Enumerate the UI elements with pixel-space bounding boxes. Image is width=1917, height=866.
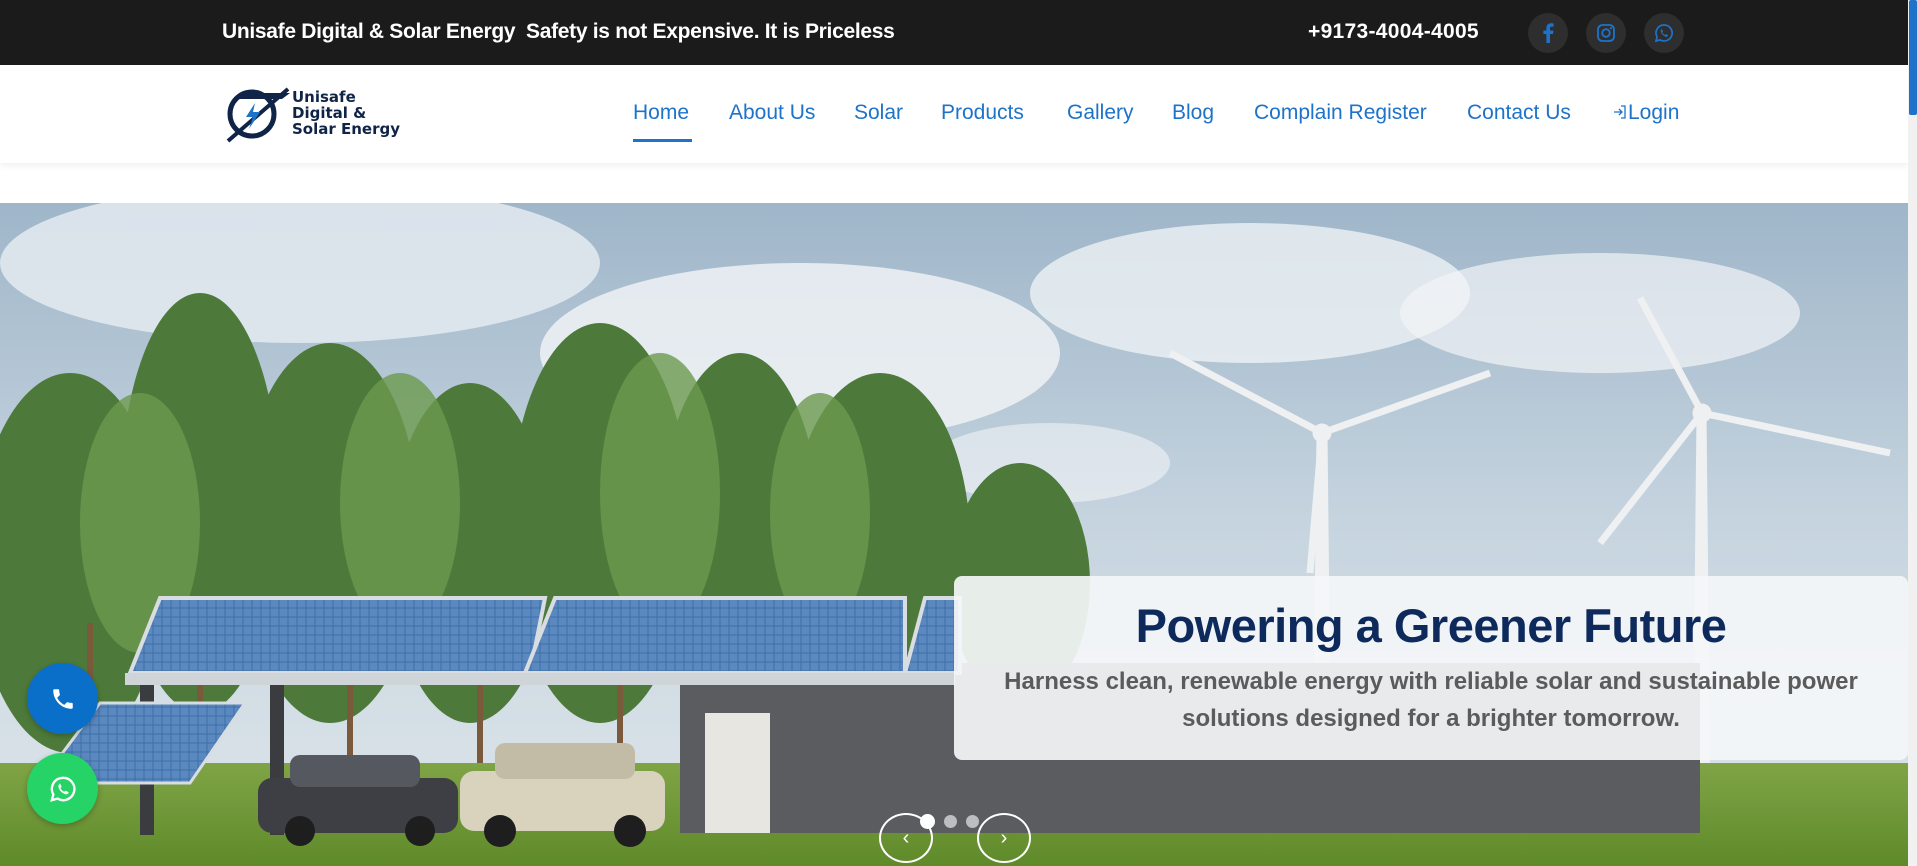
hero-caption: Powering a Greener Future Harness clean,… [954, 576, 1908, 760]
topbar-tagline: Safety is not Expensive. It is Priceless [526, 20, 895, 43]
logo-emblem-icon [226, 87, 290, 143]
phone-icon [52, 688, 73, 709]
hero-carousel: Powering a Greener Future Harness clean,… [0, 203, 1908, 866]
nav-login[interactable]: Login [1612, 101, 1679, 125]
top-bar: Unisafe Digital & Solar Energy Safety is… [0, 0, 1908, 65]
logo-line-1: Unisafe [292, 88, 356, 106]
hero-title: Powering a Greener Future [1135, 599, 1727, 652]
logo-line-3: Solar Energy [292, 120, 401, 138]
carousel-dot-1[interactable] [920, 814, 935, 829]
scrollbar-thumb[interactable] [1909, 0, 1917, 115]
whatsapp-icon[interactable] [1644, 13, 1684, 53]
page-scrollbar[interactable] [1908, 0, 1917, 866]
facebook-icon[interactable] [1528, 13, 1568, 53]
topbar-phone[interactable]: +9173-4004-4005 [1308, 20, 1479, 44]
floating-whatsapp-button[interactable] [27, 753, 98, 824]
chevron-right-icon: › [1000, 826, 1008, 849]
main-navbar: Unisafe Digital & Solar Energy Home Abou… [0, 65, 1908, 163]
login-icon [1614, 105, 1626, 119]
nav-gallery[interactable]: Gallery [1067, 101, 1134, 125]
nav-about-us[interactable]: About Us [729, 101, 815, 125]
hero-subtitle: Harness clean, renewable energy with rel… [1004, 668, 1858, 732]
chevron-left-icon: ‹ [902, 826, 910, 849]
nav-home[interactable]: Home [633, 101, 689, 125]
nav-complain-register[interactable]: Complain Register [1254, 101, 1427, 125]
carousel-next-button[interactable]: › [977, 813, 1031, 863]
whatsapp-icon [49, 776, 76, 802]
instagram-icon[interactable] [1586, 13, 1626, 53]
carousel-dot-3[interactable] [966, 815, 979, 828]
nav-login-label: Login [1628, 101, 1680, 124]
topbar-brand: Unisafe Digital & Solar Energy [222, 20, 516, 43]
logo-line-2: Digital & [292, 104, 367, 122]
floating-call-button[interactable] [27, 663, 98, 734]
active-nav-indicator [633, 139, 692, 142]
nav-products[interactable]: Products [941, 101, 1024, 125]
site-logo[interactable]: Unisafe Digital & Solar Energy [222, 81, 412, 147]
hero-image [0, 203, 1908, 866]
nav-contact-us[interactable]: Contact Us [1467, 101, 1571, 125]
carousel-dot-2[interactable] [944, 815, 957, 828]
nav-solar[interactable]: Solar [854, 101, 903, 125]
nav-blog[interactable]: Blog [1172, 101, 1214, 125]
